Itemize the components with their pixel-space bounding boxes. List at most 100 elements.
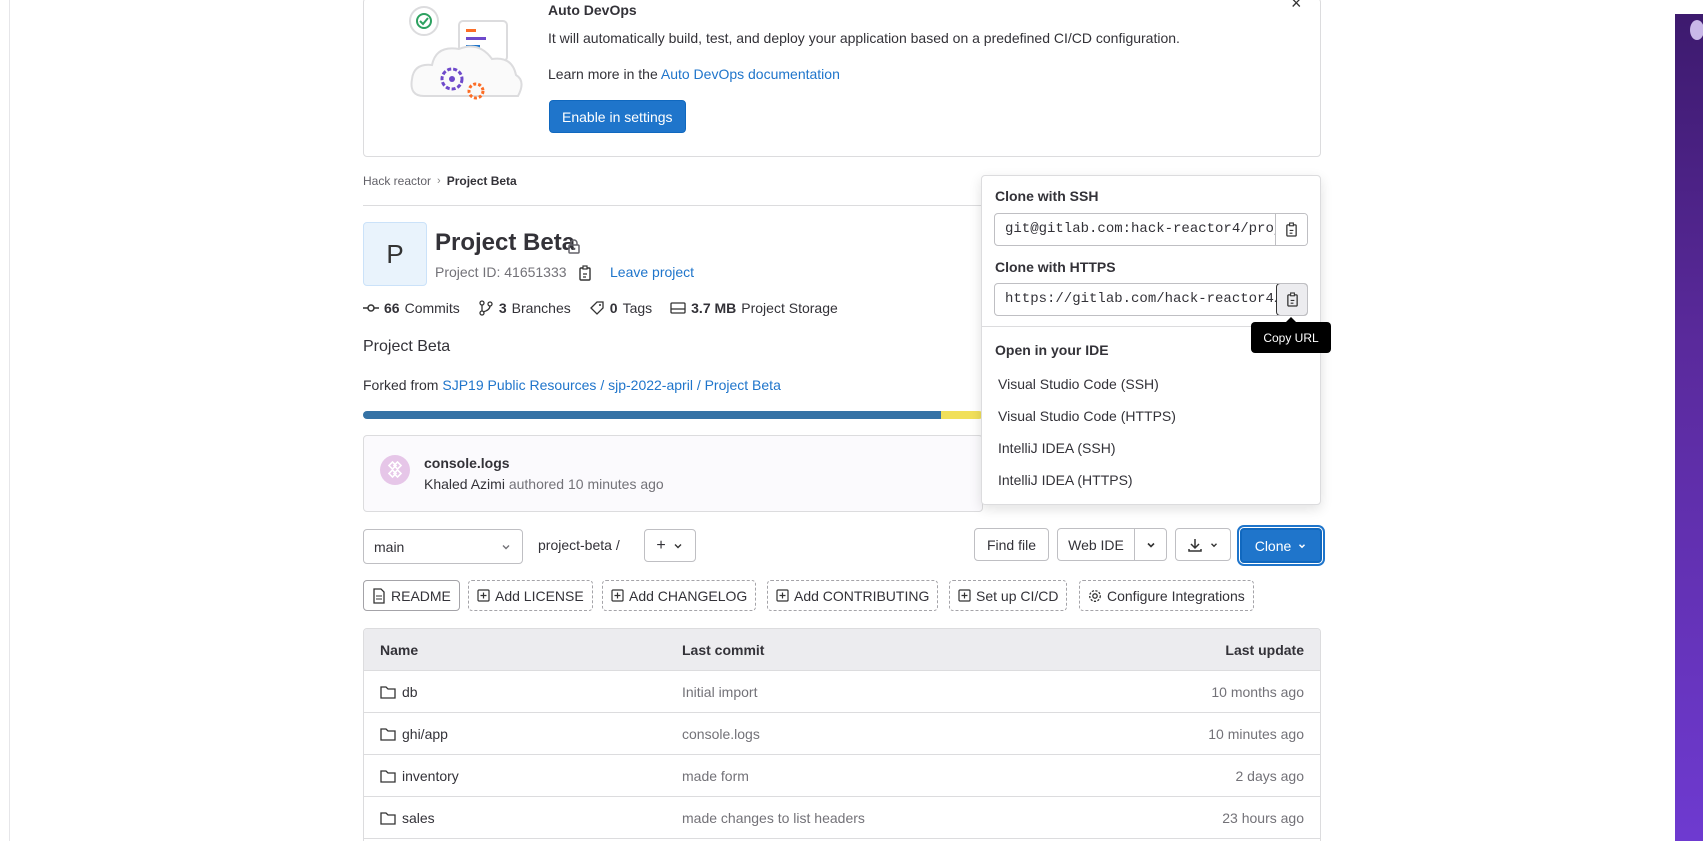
table-row[interactable]: ghi/app console.logs 10 minutes ago xyxy=(364,713,1320,755)
ide-intellij-ssh[interactable]: IntelliJ IDEA (SSH) xyxy=(998,440,1115,456)
add-license-label: Add LICENSE xyxy=(495,587,584,604)
gear-icon xyxy=(1089,589,1101,602)
chevron-down-icon xyxy=(502,544,510,549)
commit-meta: Khaled Azimi authored 10 minutes ago xyxy=(424,476,664,492)
download-icon xyxy=(1188,538,1202,552)
devops-docs-link[interactable]: Auto DevOps documentation xyxy=(661,66,840,82)
plus-icon: + xyxy=(656,536,666,554)
add-file-dropdown[interactable]: + xyxy=(644,529,696,562)
branches-stat[interactable]: 3 Branches xyxy=(478,300,571,316)
ssh-url-field[interactable]: git@gitlab.com:hack-reactor4/project-bet… xyxy=(994,213,1308,246)
commit-icon xyxy=(363,304,379,312)
chevron-down-icon xyxy=(1211,542,1217,547)
devops-description: It will automatically build, test, and d… xyxy=(548,30,1180,46)
web-ide-button[interactable]: Web IDE xyxy=(1057,528,1135,561)
table-row[interactable]: sales made changes to list headers 23 ho… xyxy=(364,797,1320,839)
table-row[interactable]: db Initial import 10 months ago xyxy=(364,671,1320,713)
configure-integrations-button[interactable]: Configure Integrations xyxy=(1079,580,1254,611)
forked-prefix: Forked from xyxy=(363,377,439,393)
plus-square-icon xyxy=(776,589,789,602)
https-url-value[interactable]: https://gitlab.com/hack-reactor4/project… xyxy=(995,284,1276,315)
tags-label: Tags xyxy=(622,300,653,316)
branch-selector[interactable]: main xyxy=(363,529,523,564)
plus-square-icon xyxy=(958,589,971,602)
file-updated: 10 months ago xyxy=(1211,683,1304,700)
leave-project-link[interactable]: Leave project xyxy=(610,264,694,280)
download-dropdown[interactable] xyxy=(1175,528,1231,561)
devops-title: Auto DevOps xyxy=(548,2,637,18)
setup-cicd-button[interactable]: Set up CI/CD xyxy=(949,580,1068,611)
left-sidebar-edge xyxy=(0,0,10,841)
file-commit-link[interactable]: made changes to list headers xyxy=(682,810,1082,826)
file-icon xyxy=(373,587,385,604)
configure-integrations-label: Configure Integrations xyxy=(1107,587,1245,604)
storage-stat[interactable]: 3.7 MB Project Storage xyxy=(670,300,838,316)
find-file-button[interactable]: Find file xyxy=(974,528,1049,561)
folder-icon xyxy=(380,811,396,825)
readme-label: README xyxy=(391,587,451,604)
file-updated: 2 days ago xyxy=(1235,767,1305,784)
clone-button[interactable]: Clone xyxy=(1240,528,1322,563)
copy-icon xyxy=(1286,292,1298,307)
file-commit-link[interactable]: Initial import xyxy=(682,684,1082,700)
enable-in-settings-button[interactable]: Enable in settings xyxy=(549,100,686,133)
copy-ssh-url-button[interactable] xyxy=(1275,214,1307,245)
https-url-field[interactable]: https://gitlab.com/hack-reactor4/project… xyxy=(994,283,1308,316)
chevron-down-icon xyxy=(674,543,682,548)
file-name-link[interactable]: db xyxy=(402,684,418,700)
ide-vscode-https[interactable]: Visual Studio Code (HTTPS) xyxy=(998,408,1176,424)
file-table: Name Last commit Last update db Initial … xyxy=(363,628,1321,841)
forked-from: Forked from SJP19 Public Resources / sjp… xyxy=(363,377,781,393)
file-name-link[interactable]: inventory xyxy=(402,768,459,784)
file-name-link[interactable]: ghi/app xyxy=(402,726,448,742)
readme-button[interactable]: README xyxy=(363,580,460,611)
add-changelog-button[interactable]: Add CHANGELOG xyxy=(602,580,757,611)
folder-icon xyxy=(380,727,396,741)
file-name-link[interactable]: sales xyxy=(402,810,435,826)
add-contributing-button[interactable]: Add CONTRIBUTING xyxy=(767,580,939,611)
commits-label: Commits xyxy=(404,300,460,316)
forked-source-link[interactable]: SJP19 Public Resources / sjp-2022-april … xyxy=(442,377,781,393)
commits-count: 66 xyxy=(384,300,400,316)
language-segment-javascript xyxy=(941,411,983,419)
commits-stat[interactable]: 66 Commits xyxy=(363,300,460,316)
add-license-button[interactable]: Add LICENSE xyxy=(468,580,593,611)
file-commit-link[interactable]: made form xyxy=(682,768,1082,784)
table-header: Name Last commit Last update xyxy=(364,629,1320,671)
storage-icon xyxy=(670,302,686,314)
breadcrumb: Hack reactor › Project Beta xyxy=(363,174,517,188)
ide-intellij-https[interactable]: IntelliJ IDEA (HTTPS) xyxy=(998,472,1133,488)
devops-illustration xyxy=(409,6,523,100)
file-name-cell: ghi/app xyxy=(364,726,682,742)
web-ide-dropdown-toggle[interactable] xyxy=(1134,528,1167,561)
tags-stat[interactable]: 0 Tags xyxy=(589,300,652,316)
table-row[interactable]: inventory made form 2 days ago xyxy=(364,755,1320,797)
close-icon[interactable]: × xyxy=(1291,0,1302,14)
breadcrumb-group[interactable]: Hack reactor xyxy=(363,174,431,188)
ide-vscode-ssh[interactable]: Visual Studio Code (SSH) xyxy=(998,376,1159,392)
copy-https-url-button[interactable] xyxy=(1276,284,1307,315)
file-commit-link[interactable]: console.logs xyxy=(682,726,1082,742)
divider xyxy=(363,205,983,206)
file-updated: 10 minutes ago xyxy=(1208,725,1304,742)
commit-author-link[interactable]: Khaled Azimi xyxy=(424,476,505,492)
chevron-down-icon xyxy=(1146,542,1155,548)
right-edge-panel xyxy=(1675,14,1703,841)
language-bar xyxy=(363,411,983,419)
ssh-url-value[interactable]: git@gitlab.com:hack-reactor4/project-bet… xyxy=(995,214,1275,245)
chevron-down-icon xyxy=(1299,543,1306,548)
language-segment-python xyxy=(363,411,941,419)
commit-title-link[interactable]: console.logs xyxy=(424,455,510,471)
clone-ssh-label: Clone with SSH xyxy=(995,188,1099,204)
project-title: Project Beta xyxy=(435,229,576,256)
copy-icon[interactable] xyxy=(578,265,592,281)
open-in-ide-label: Open in your IDE xyxy=(995,342,1109,358)
col-commit-header: Last commit xyxy=(682,641,765,658)
lock-icon xyxy=(568,239,580,254)
commit-time: authored 10 minutes ago xyxy=(508,476,664,492)
folder-icon xyxy=(380,769,396,783)
add-contributing-label: Add CONTRIBUTING xyxy=(794,587,930,604)
repo-path-root[interactable]: project-beta xyxy=(538,537,612,553)
avatar[interactable] xyxy=(380,455,410,485)
breadcrumb-current[interactable]: Project Beta xyxy=(447,174,517,188)
